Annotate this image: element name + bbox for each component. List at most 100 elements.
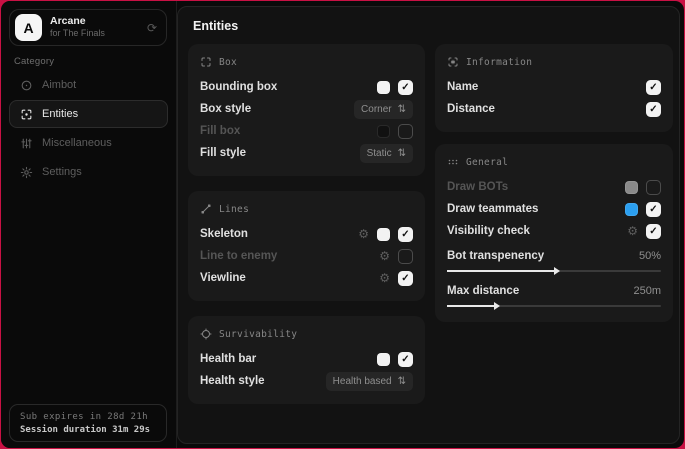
sidebar-nav: Aimbot Entities Miscellaneous Settings <box>9 71 168 186</box>
slider-fill[interactable] <box>447 305 494 307</box>
setting-row-bounding-box: Bounding box ✓ <box>200 76 413 98</box>
slider-fill[interactable] <box>447 270 554 272</box>
checkbox[interactable]: ✓ <box>646 180 661 195</box>
survivability-card-title: Survivability <box>219 329 297 340</box>
setting-row-line-to-enemy: Line to enemy ⚙ ✓ <box>200 245 413 267</box>
check-icon: ✓ <box>649 104 657 115</box>
brand-card: A Arcane for The Finals ⟳ <box>9 9 167 46</box>
gear-icon[interactable]: ⚙ <box>379 272 390 284</box>
checkbox[interactable]: ✓ <box>646 80 661 95</box>
slider-label: Max distance <box>447 285 519 297</box>
survivability-icon <box>200 328 212 340</box>
main-panel: Entities Box Bounding box ✓ Box style <box>177 6 680 444</box>
brand-meta: Arcane for The Finals <box>50 15 105 39</box>
information-card-header: Information <box>447 56 661 68</box>
color-swatch[interactable] <box>377 228 390 241</box>
aimbot-icon <box>20 79 33 92</box>
check-icon: ✓ <box>649 82 657 93</box>
setting-label: Line to enemy <box>200 250 277 262</box>
setting-row-box-style: Box style Corner⇅ <box>200 98 413 120</box>
information-card: Information Name ✓ Distance ✓ <box>435 44 673 132</box>
page-title: Entities <box>193 19 238 33</box>
app-subtitle: for The Finals <box>50 28 105 39</box>
color-swatch[interactable] <box>377 353 390 366</box>
color-swatch[interactable] <box>377 81 390 94</box>
sidebar-item-settings[interactable]: Settings <box>9 158 168 186</box>
check-icon: ✓ <box>401 273 409 284</box>
checkbox[interactable]: ✓ <box>646 202 661 217</box>
sidebar-item-entities[interactable]: Entities <box>9 100 168 128</box>
slider-value: 250m <box>633 285 661 297</box>
setting-row-fill-box: Fill box ✓ <box>200 120 413 142</box>
box-style-dropdown[interactable]: Corner⇅ <box>354 100 413 119</box>
bot-transparency-slider[interactable] <box>447 270 661 272</box>
box-icon <box>200 56 212 68</box>
setting-label: Name <box>447 81 478 93</box>
checkbox[interactable]: ✓ <box>398 124 413 139</box>
app-window: A Arcane for The Finals ⟳ Category Aimbo… <box>1 1 684 448</box>
column-left: Box Bounding box ✓ Box style Corner⇅ <box>188 44 425 404</box>
checkbox[interactable]: ✓ <box>398 227 413 242</box>
check-icon: ✓ <box>401 82 409 93</box>
check-icon: ✓ <box>401 229 409 240</box>
setting-row-draw-bots: Draw BOTs ✓ <box>447 176 661 198</box>
check-icon: ✓ <box>401 354 409 365</box>
sidebar: A Arcane for The Finals ⟳ Category Aimbo… <box>1 1 177 448</box>
color-swatch[interactable] <box>625 181 638 194</box>
checkbox[interactable]: ✓ <box>398 249 413 264</box>
information-icon <box>447 56 459 68</box>
column-right: Information Name ✓ Distance ✓ <box>435 44 673 322</box>
health-style-dropdown[interactable]: Health based⇅ <box>326 372 413 391</box>
survivability-card-header: Survivability <box>200 328 413 340</box>
lines-card: Lines Skeleton ⚙ ✓ Line to enemy ⚙ ✓ <box>188 191 425 301</box>
sub-expiry-text: Sub expires in 28d 21h <box>20 411 156 424</box>
category-label: Category <box>14 56 54 67</box>
gear-icon[interactable]: ⚙ <box>358 228 369 240</box>
setting-label: Box style <box>200 103 251 115</box>
gear-icon[interactable]: ⚙ <box>379 250 390 262</box>
sidebar-item-miscellaneous[interactable]: Miscellaneous <box>9 129 168 157</box>
sidebar-item-label: Miscellaneous <box>42 137 112 149</box>
checkbox[interactable]: ✓ <box>646 224 661 239</box>
setting-label: Distance <box>447 103 495 115</box>
setting-label: Skeleton <box>200 228 248 240</box>
setting-label: Draw BOTs <box>447 181 508 193</box>
setting-row-fill-style: Fill style Static⇅ <box>200 142 413 164</box>
checkbox[interactable]: ✓ <box>398 271 413 286</box>
screen-background: A Arcane for The Finals ⟳ Category Aimbo… <box>0 0 685 449</box>
dropdown-value: Corner <box>361 104 392 115</box>
refresh-icon[interactable]: ⟳ <box>147 21 157 35</box>
updown-icon: ⇅ <box>398 148 406 159</box>
box-card-title: Box <box>219 57 237 68</box>
checkbox[interactable]: ✓ <box>398 80 413 95</box>
lines-card-header: Lines <box>200 203 413 215</box>
sidebar-item-aimbot[interactable]: Aimbot <box>9 71 168 99</box>
setting-label: Health style <box>200 375 265 387</box>
gear-icon[interactable]: ⚙ <box>627 225 638 237</box>
fill-style-dropdown[interactable]: Static⇅ <box>360 144 413 163</box>
setting-label: Health bar <box>200 353 256 365</box>
general-icon <box>447 156 459 168</box>
setting-label: Draw teammates <box>447 203 538 215</box>
sidebar-item-label: Entities <box>42 108 78 120</box>
slider-value: 50% <box>639 250 661 262</box>
box-card-header: Box <box>200 56 413 68</box>
setting-row-draw-teammates: Draw teammates ✓ <box>447 198 661 220</box>
setting-label: Visibility check <box>447 225 530 237</box>
setting-row-name: Name ✓ <box>447 76 661 98</box>
app-logo: A <box>15 14 42 41</box>
setting-label: Bounding box <box>200 81 277 93</box>
general-card-title: General <box>466 157 508 168</box>
lines-card-title: Lines <box>219 204 249 215</box>
checkbox[interactable]: ✓ <box>398 352 413 367</box>
checkbox[interactable]: ✓ <box>646 102 661 117</box>
box-card: Box Bounding box ✓ Box style Corner⇅ <box>188 44 425 176</box>
max-distance-slider[interactable] <box>447 305 661 307</box>
session-duration-text: Session duration 31m 29s <box>20 424 156 437</box>
sidebar-item-label: Aimbot <box>42 79 76 91</box>
color-swatch[interactable] <box>625 203 638 216</box>
survivability-card: Survivability Health bar ✓ Health style … <box>188 316 425 404</box>
sidebar-item-label: Settings <box>42 166 82 178</box>
slider-label: Bot transpenency <box>447 250 544 262</box>
color-swatch[interactable] <box>377 125 390 138</box>
